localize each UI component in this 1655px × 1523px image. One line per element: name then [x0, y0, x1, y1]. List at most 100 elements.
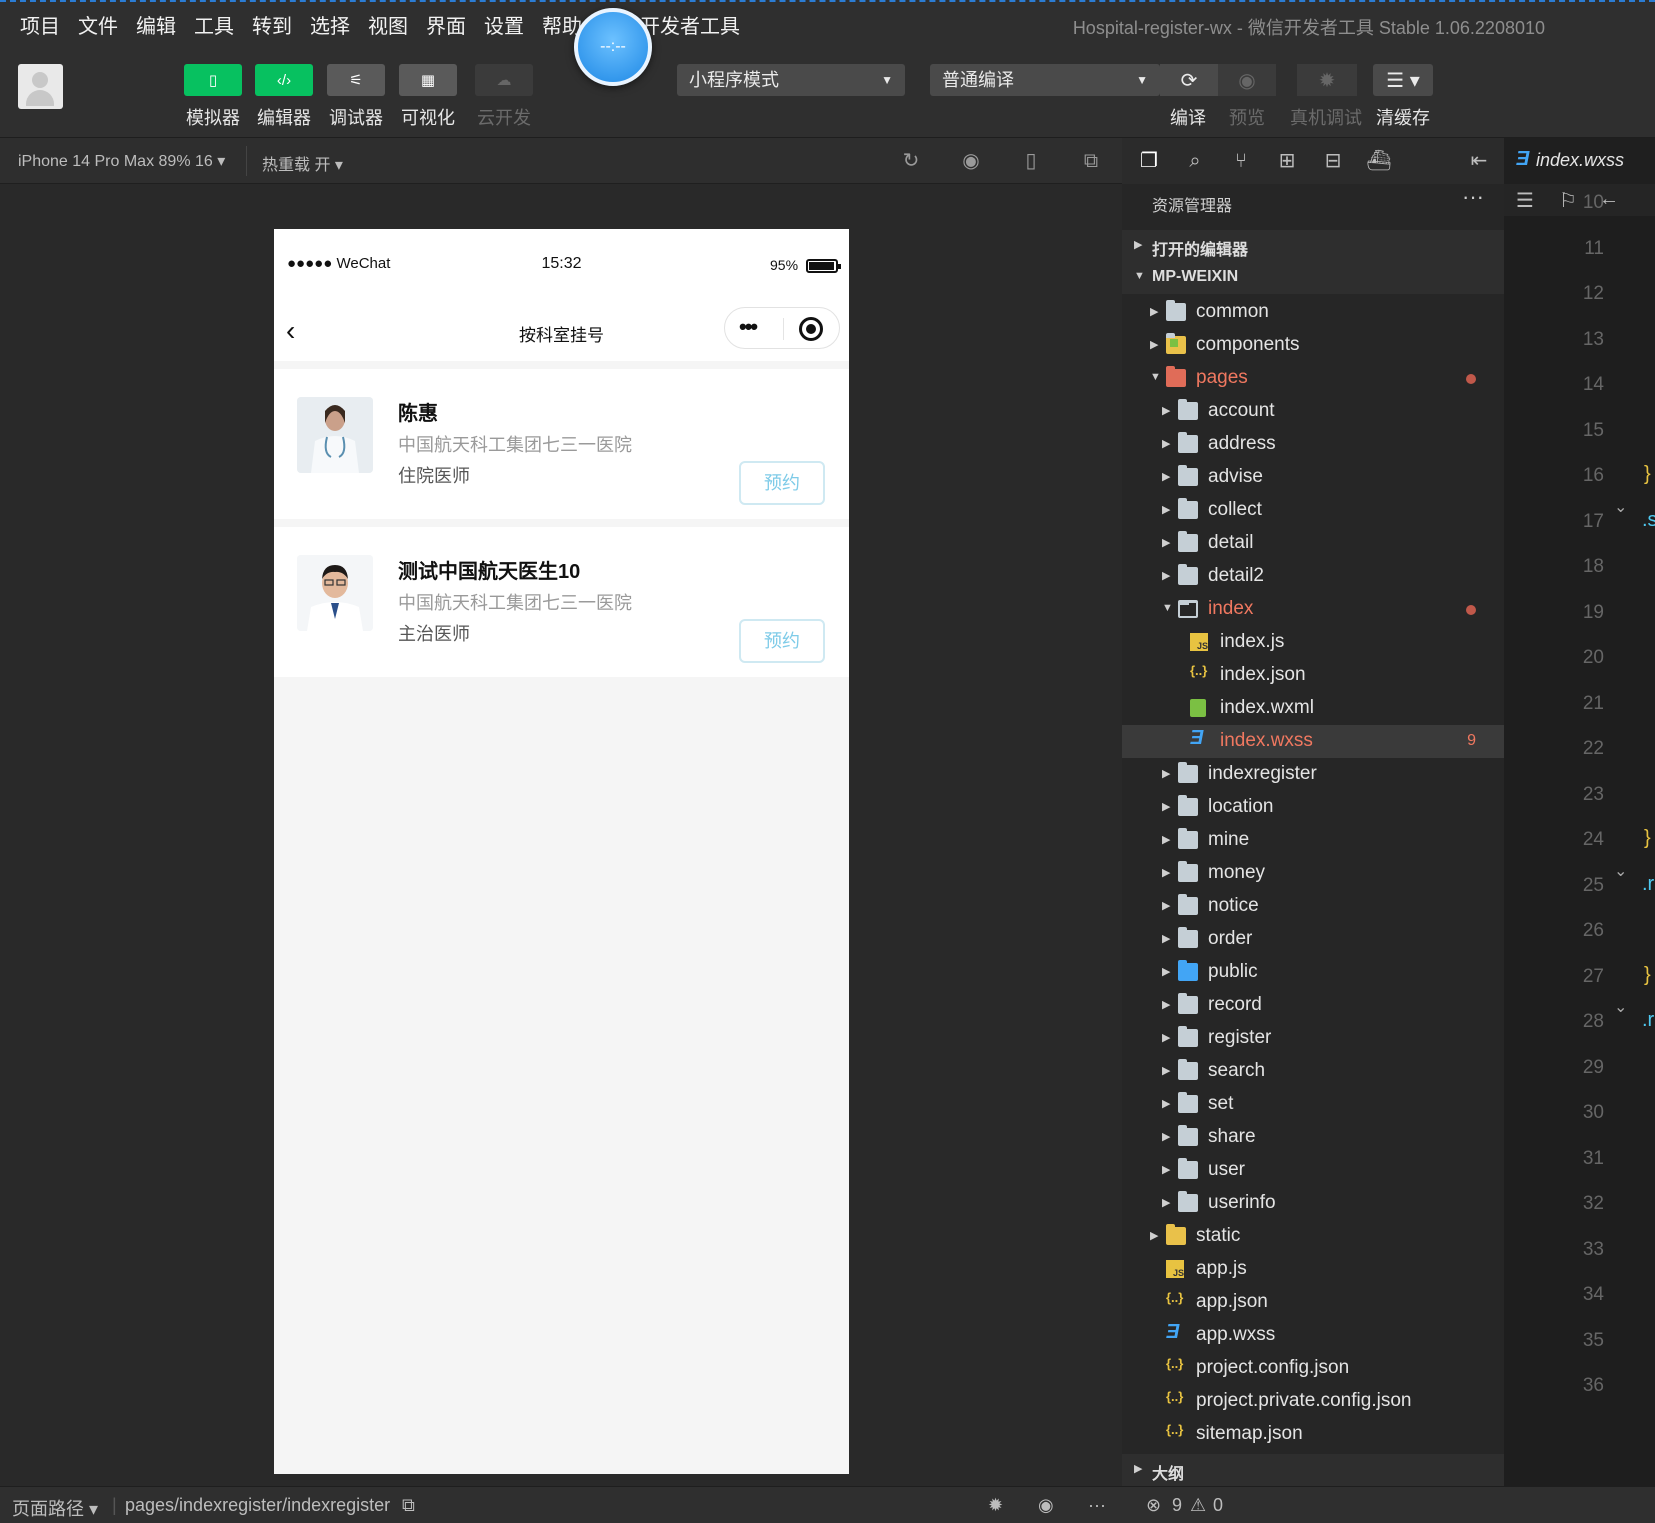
- fold-icon[interactable]: ⌄: [1614, 997, 1627, 1017]
- menu-settings[interactable]: 设置: [484, 10, 524, 39]
- menu-goto[interactable]: 转到: [252, 10, 292, 39]
- menu-select[interactable]: 选择: [310, 10, 350, 39]
- chevron-right-icon[interactable]: ▶: [1162, 998, 1170, 1011]
- chevron-right-icon[interactable]: ▶: [1162, 866, 1170, 879]
- chevron-right-icon[interactable]: ▶: [1162, 1031, 1170, 1044]
- search-icon[interactable]: ⌕: [1182, 148, 1208, 174]
- tree-file[interactable]: {..} index.json: [1122, 659, 1504, 692]
- tree-folder[interactable]: ▶ indexregister: [1122, 758, 1504, 791]
- chevron-right-icon[interactable]: ▶: [1162, 1196, 1170, 1209]
- code-editor[interactable]: ☰ ⚐ ← 10 11 12 13 14 15 16 17 18 19 20 21 22 23 24 25 26…: [1504, 184, 1655, 1486]
- open-editors-section[interactable]: ▶ 打开的编辑器: [1122, 230, 1504, 262]
- real-debug-button[interactable]: ✹: [1297, 64, 1357, 96]
- menu-tools[interactable]: 工具: [194, 10, 234, 39]
- more-icon[interactable]: •••: [739, 314, 758, 340]
- chevron-right-icon[interactable]: ▶: [1162, 932, 1170, 945]
- tree-folder[interactable]: ▶ share: [1122, 1121, 1504, 1154]
- cloud-button[interactable]: ☁ 云开发: [474, 64, 534, 130]
- menu-edit[interactable]: 编辑: [136, 10, 176, 39]
- popout-icon[interactable]: ⧉: [1078, 148, 1104, 174]
- tree-folder[interactable]: ▶ userinfo: [1122, 1187, 1504, 1220]
- tree-file[interactable]: JS app.js: [1122, 1253, 1504, 1286]
- chevron-down-icon[interactable]: ▼: [1162, 602, 1173, 614]
- tree-folder[interactable]: ▼ pages: [1122, 362, 1504, 395]
- chevron-right-icon[interactable]: ▶: [1150, 305, 1158, 318]
- chevron-right-icon[interactable]: ▶: [1162, 1130, 1170, 1143]
- more-icon[interactable]: ···: [1088, 1495, 1106, 1516]
- tree-file[interactable]: {..} project.private.config.json: [1122, 1385, 1504, 1418]
- fold-icon[interactable]: ⌄: [1614, 861, 1627, 881]
- tree-folder[interactable]: ▶ public: [1122, 956, 1504, 989]
- more-icon[interactable]: ···: [1462, 184, 1484, 210]
- error-count[interactable]: 9: [1172, 1495, 1182, 1516]
- menu-file[interactable]: 文件: [78, 10, 118, 39]
- list-icon[interactable]: ☰: [1516, 188, 1534, 213]
- book-button[interactable]: 预约: [739, 461, 825, 505]
- device-select[interactable]: iPhone 14 Pro Max 89% 16 ▾: [18, 151, 225, 171]
- chevron-right-icon[interactable]: ▶: [1162, 833, 1170, 846]
- tree-folder[interactable]: ▶ static: [1122, 1220, 1504, 1253]
- debugger-button[interactable]: ⚟ 调试器: [326, 64, 386, 130]
- tree-folder[interactable]: ▶ detail2: [1122, 560, 1504, 593]
- chevron-right-icon[interactable]: ▶: [1162, 569, 1170, 582]
- chevron-right-icon[interactable]: ▶: [1162, 404, 1170, 417]
- clear-cache-button[interactable]: ☰ ▾: [1373, 64, 1433, 96]
- tree-folder[interactable]: ▶ user: [1122, 1154, 1504, 1187]
- eye-icon[interactable]: ◉: [1038, 1495, 1054, 1516]
- chevron-right-icon[interactable]: ▶: [1162, 1097, 1170, 1110]
- bug-icon[interactable]: ✹: [988, 1495, 1003, 1516]
- tree-file[interactable]: JS index.js: [1122, 626, 1504, 659]
- menu-interface[interactable]: 界面: [426, 10, 466, 39]
- git-branch-icon[interactable]: ⑂: [1228, 148, 1254, 174]
- tree-folder[interactable]: ▶ detail: [1122, 527, 1504, 560]
- visual-button[interactable]: ▦ 可视化: [398, 64, 458, 130]
- hot-reload-toggle[interactable]: 热重载 开 ▾: [262, 151, 343, 175]
- floating-ball[interactable]: --:--: [574, 8, 652, 86]
- rotate-icon[interactable]: ↻: [898, 148, 924, 174]
- simulator-button[interactable]: ▯ 模拟器: [183, 64, 243, 130]
- tree-folder[interactable]: ▶ money: [1122, 857, 1504, 890]
- tree-file[interactable]: Ǝindex.wxss 9: [1122, 725, 1504, 758]
- chevron-right-icon[interactable]: ▶: [1150, 1229, 1158, 1242]
- chevron-right-icon[interactable]: ▶: [1162, 536, 1170, 549]
- tree-folder[interactable]: ▶ set: [1122, 1088, 1504, 1121]
- tree-folder[interactable]: ▶ record: [1122, 989, 1504, 1022]
- tree-folder[interactable]: ▶ common: [1122, 296, 1504, 329]
- tree-folder[interactable]: ▶ location: [1122, 791, 1504, 824]
- docker-icon[interactable]: ⛴: [1366, 148, 1392, 174]
- storage-icon[interactable]: ⊟: [1320, 148, 1346, 174]
- files-icon[interactable]: ❐: [1136, 148, 1162, 174]
- doctor-card[interactable]: 陈惠 中国航天科工集团七三一医院 住院医师 预约: [274, 369, 849, 519]
- tree-folder[interactable]: ▶ register: [1122, 1022, 1504, 1055]
- menu-project[interactable]: 项目: [20, 10, 60, 39]
- warning-count[interactable]: 0: [1213, 1495, 1223, 1516]
- tree-folder[interactable]: ▶ address: [1122, 428, 1504, 461]
- copy-icon[interactable]: ⧉: [402, 1495, 415, 1516]
- tree-folder[interactable]: ▶ account: [1122, 395, 1504, 428]
- avatar[interactable]: [18, 64, 63, 109]
- tree-file[interactable]: {..} sitemap.json: [1122, 1418, 1504, 1451]
- chevron-right-icon[interactable]: ▶: [1162, 503, 1170, 516]
- tree-folder[interactable]: ▶ search: [1122, 1055, 1504, 1088]
- stop-icon[interactable]: ◉: [958, 148, 984, 174]
- compile-mode-select[interactable]: 普通编译 ▼: [930, 64, 1160, 96]
- chevron-right-icon[interactable]: ▶: [1150, 338, 1158, 351]
- chevron-right-icon[interactable]: ▶: [1162, 965, 1170, 978]
- book-button[interactable]: 预约: [739, 619, 825, 663]
- extensions-icon[interactable]: ⊞: [1274, 148, 1300, 174]
- tree-folder[interactable]: ▶ advise: [1122, 461, 1504, 494]
- project-section[interactable]: ▼ MP-WEIXIN: [1122, 262, 1504, 294]
- collapse-panel-icon[interactable]: ⇤: [1466, 148, 1492, 174]
- chevron-right-icon[interactable]: ▶: [1162, 899, 1170, 912]
- tree-folder[interactable]: ▶ order: [1122, 923, 1504, 956]
- tree-folder[interactable]: ▼ index: [1122, 593, 1504, 626]
- editor-button[interactable]: ‹/› 编辑器: [254, 64, 314, 130]
- compile-button[interactable]: ⟳: [1160, 64, 1218, 96]
- tree-folder[interactable]: ▶ mine: [1122, 824, 1504, 857]
- close-target-icon[interactable]: [799, 317, 823, 341]
- chevron-right-icon[interactable]: ▶: [1162, 437, 1170, 450]
- tree-folder[interactable]: ▶ components: [1122, 329, 1504, 362]
- tree-file[interactable]: {..} project.config.json: [1122, 1352, 1504, 1385]
- outline-section[interactable]: ▶ 大纲: [1122, 1454, 1504, 1486]
- page-path-select[interactable]: 页面路径 ▾: [12, 1495, 98, 1521]
